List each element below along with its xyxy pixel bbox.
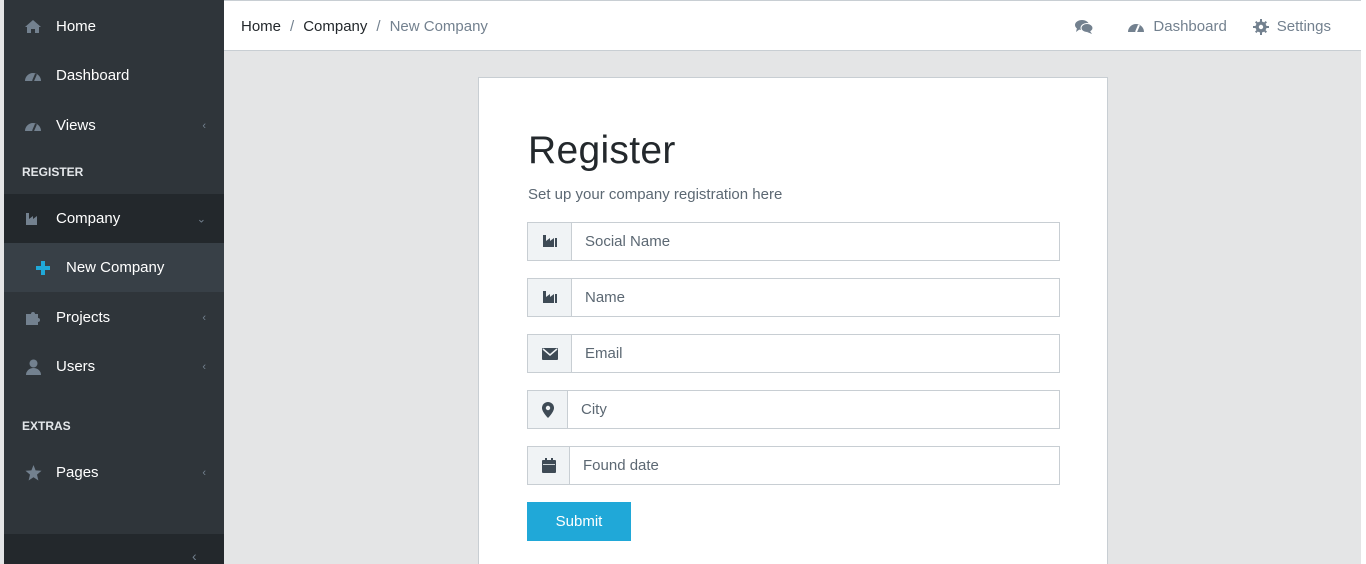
sidebar-item-label: New Company [66, 259, 165, 276]
sidebar-minimizer-icon[interactable]: ‹ [192, 548, 206, 564]
comments-button[interactable] [1075, 19, 1101, 34]
speedometer-icon [22, 67, 44, 85]
right-edge [1361, 0, 1366, 564]
breadcrumb-separator: / [290, 18, 295, 35]
sidebar-item-projects[interactable]: Projects ‹ [4, 293, 224, 342]
breadcrumb-separator: / [376, 18, 381, 35]
gear-icon [1252, 18, 1269, 35]
sidebar-item-dashboard[interactable]: Dashboard [4, 51, 224, 100]
submit-button[interactable]: Submit [527, 502, 631, 541]
sidebar-item-users[interactable]: Users ‹ [4, 342, 224, 391]
header-actions: Dashboard Settings [1049, 1, 1331, 52]
sidebar-item-home[interactable]: Home [4, 2, 224, 51]
plus-icon [32, 259, 54, 277]
home-icon [22, 18, 44, 36]
chevron-left-icon: ‹ [202, 360, 206, 373]
map-marker-icon [528, 391, 568, 428]
breadcrumb: Home / Company / New Company [241, 1, 488, 52]
sidebar-item-views[interactable]: Views ‹ [4, 101, 224, 150]
city-field [527, 390, 1060, 429]
chevron-left-icon: ‹ [202, 311, 206, 324]
sidebar-item-label: Home [56, 18, 97, 35]
found-date-field [527, 446, 1060, 485]
industry-icon [528, 279, 572, 316]
header-settings-label: Settings [1276, 18, 1331, 35]
chevron-down-icon: ⌄ [196, 213, 206, 225]
sidebar: Home Dashboard Views ‹ REGISTER Company … [4, 0, 224, 564]
chevron-left-icon: ‹ [202, 466, 206, 479]
sidebar-section-title: EXTRAS [22, 419, 71, 433]
sidebar-item-label: Users [56, 358, 96, 375]
email-input[interactable] [572, 335, 1059, 372]
header: Home / Company / New Company Dashboard S… [224, 0, 1361, 51]
star-icon [22, 464, 44, 482]
sidebar-section-title: REGISTER [22, 165, 84, 179]
header-settings-link[interactable]: Settings [1252, 18, 1331, 35]
breadcrumb-company[interactable]: Company [303, 18, 367, 35]
industry-icon [22, 210, 44, 228]
social-name-field [527, 222, 1060, 261]
name-input[interactable] [572, 279, 1059, 316]
social-name-input[interactable] [572, 223, 1059, 260]
speedometer-icon [22, 117, 44, 135]
sidebar-footer: ‹ [4, 534, 224, 564]
industry-icon [528, 223, 572, 260]
speedometer-icon [1128, 23, 1145, 32]
found-date-input[interactable] [570, 447, 1059, 484]
name-field [527, 278, 1060, 317]
chevron-left-icon: ‹ [202, 119, 206, 132]
sidebar-item-label: Dashboard [56, 67, 130, 84]
sidebar-item-label: Pages [56, 464, 99, 481]
page-subtitle: Set up your company registration here [528, 186, 783, 203]
breadcrumb-new-company: New Company [389, 18, 488, 35]
header-dashboard-label: Dashboard [1153, 18, 1227, 35]
email-field [527, 334, 1060, 373]
user-icon [22, 358, 44, 376]
register-card: Register Set up your company registratio… [478, 77, 1108, 564]
sidebar-item-label: Projects [56, 309, 111, 326]
sidebar-item-pages[interactable]: Pages ‹ [4, 448, 224, 497]
sidebar-item-label: Company [56, 210, 121, 227]
city-input[interactable] [568, 391, 1059, 428]
sidebar-item-label: Views [56, 117, 96, 134]
breadcrumb-home[interactable]: Home [241, 18, 281, 35]
comments-icon [1075, 20, 1094, 34]
header-dashboard-link[interactable]: Dashboard [1127, 18, 1227, 35]
sidebar-item-new-company[interactable]: New Company [4, 243, 224, 292]
calendar-icon [528, 447, 570, 484]
sidebar-item-company[interactable]: Company ⌄ [4, 194, 224, 243]
page-title: Register [528, 129, 676, 172]
envelope-icon [528, 335, 572, 372]
puzzle-icon [22, 309, 44, 327]
